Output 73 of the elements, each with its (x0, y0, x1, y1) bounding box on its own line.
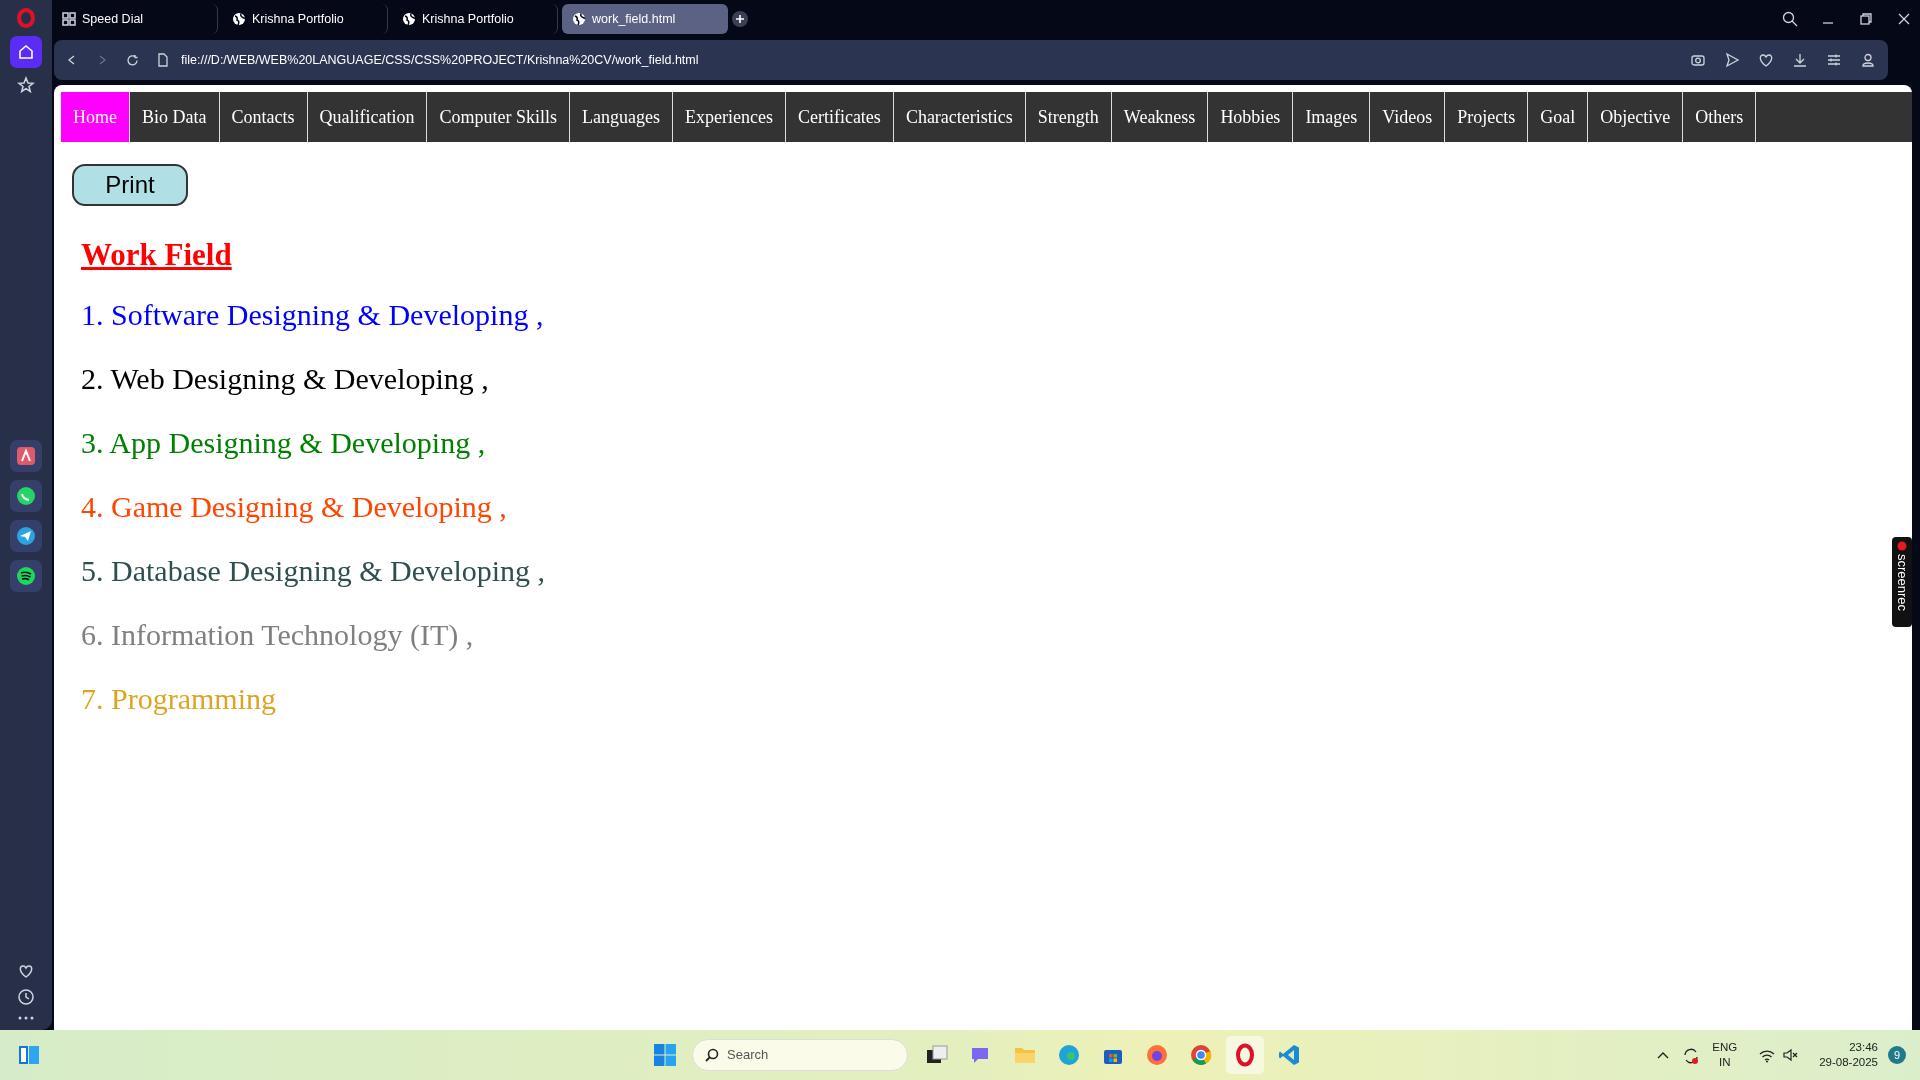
download-icon[interactable] (1792, 52, 1808, 68)
globe-icon (572, 12, 586, 26)
star-icon[interactable] (17, 76, 35, 94)
code-editor-icon[interactable] (1277, 1043, 1301, 1067)
home-icon[interactable] (17, 43, 35, 61)
globe-icon (402, 12, 416, 26)
globe-icon (232, 12, 246, 26)
nav-link[interactable]: Characteristics (893, 92, 1026, 142)
language-text[interactable]: ENG (1712, 1040, 1738, 1055)
clock-icon[interactable] (17, 988, 35, 1006)
list-item: 6. Information Technology (IT) , (81, 616, 474, 653)
browser-tab[interactable]: Krishna Portfolio (392, 4, 558, 34)
print-button[interactable]: Print (72, 164, 188, 206)
nav-link[interactable]: Videos (1370, 92, 1446, 142)
notification-badge[interactable]: 9 (1888, 1046, 1906, 1064)
grid-icon (62, 12, 76, 26)
profile-icon[interactable] (1860, 52, 1876, 68)
nav-link[interactable]: Strength (1025, 92, 1112, 142)
restore-icon[interactable] (1858, 11, 1874, 28)
search-field[interactable]: Search (692, 1039, 908, 1071)
file-icon (157, 53, 169, 67)
widgets-icon[interactable] (17, 1043, 41, 1067)
search-icon (705, 1048, 719, 1062)
nav-link[interactable]: Weakness (1111, 92, 1209, 142)
record-dot-icon (1897, 541, 1907, 551)
list-item: 7. Programming (81, 680, 276, 717)
list-item: 4. Game Designing & Developing , (81, 488, 507, 525)
nav-link[interactable]: Certificates (785, 92, 894, 142)
page-heading: Work Field (81, 236, 233, 274)
nav-link[interactable]: Qualification (307, 92, 428, 142)
region-text[interactable]: IN (1712, 1055, 1738, 1070)
paper-plane-icon[interactable] (15, 525, 37, 547)
nav-link[interactable]: Projects (1445, 92, 1529, 142)
nav-link[interactable]: Others (1683, 92, 1757, 142)
browser-tab[interactable]: Krishna Portfolio (222, 4, 388, 34)
nav-link[interactable]: Goal (1528, 92, 1589, 142)
chrome-icon[interactable] (1189, 1043, 1213, 1067)
heart-icon[interactable] (17, 962, 35, 980)
music-app-icon[interactable] (15, 565, 37, 587)
browser-tab[interactable]: Speed Dial (52, 4, 218, 34)
browser-tab[interactable]: work_field.html (562, 4, 728, 34)
opera-logo-icon[interactable] (17, 8, 35, 28)
screen-recorder-tab[interactable]: screenrec (1892, 537, 1912, 627)
nav-link[interactable]: Experiences (672, 92, 786, 142)
nav-link[interactable]: Hobbies (1208, 92, 1294, 142)
list-item: 3. App Designing & Developing , (81, 424, 486, 461)
search-icon[interactable] (1782, 11, 1798, 27)
muted-speaker-icon[interactable] (1783, 1048, 1800, 1062)
send-icon[interactable] (1724, 52, 1740, 68)
app-icon[interactable] (15, 445, 37, 467)
opera-icon[interactable] (1233, 1043, 1257, 1067)
chat-app-icon[interactable] (15, 485, 37, 507)
clock-date[interactable]: 29-08-2025 (1819, 1055, 1878, 1070)
nav-link[interactable]: Contacts (219, 92, 308, 142)
more-icon[interactable] (17, 1014, 35, 1022)
nav-link[interactable]: Bio Data (130, 92, 220, 142)
nav-link[interactable]: Objective (1588, 92, 1684, 142)
reload-icon[interactable] (126, 53, 139, 67)
windows-start-icon[interactable] (653, 1043, 677, 1067)
sync-icon[interactable] (1682, 1046, 1701, 1065)
sliders-icon[interactable] (1826, 52, 1842, 68)
list-item: 2. Web Designing & Developing , (81, 360, 489, 397)
new-tab-icon[interactable] (732, 11, 748, 28)
clock-time[interactable]: 23:46 (1819, 1040, 1878, 1055)
camera-icon[interactable] (1690, 52, 1706, 68)
nav-link[interactable]: Computer Skills (427, 92, 570, 142)
heart-icon[interactable] (1758, 52, 1774, 68)
list-item: 5. Database Designing & Developing , (81, 552, 546, 589)
list-item: 1. Software Designing & Developing , (81, 296, 544, 333)
wifi-icon[interactable] (1759, 1048, 1776, 1063)
nav-link[interactable]: Languages (570, 92, 673, 142)
nav-link[interactable]: Images (1293, 92, 1371, 142)
url-text[interactable]: file:///D:/WEB/WEB%20LANGUAGE/CSS/CSS%20PROJECT/Krishna%20CV/work_field.html (181, 50, 699, 70)
